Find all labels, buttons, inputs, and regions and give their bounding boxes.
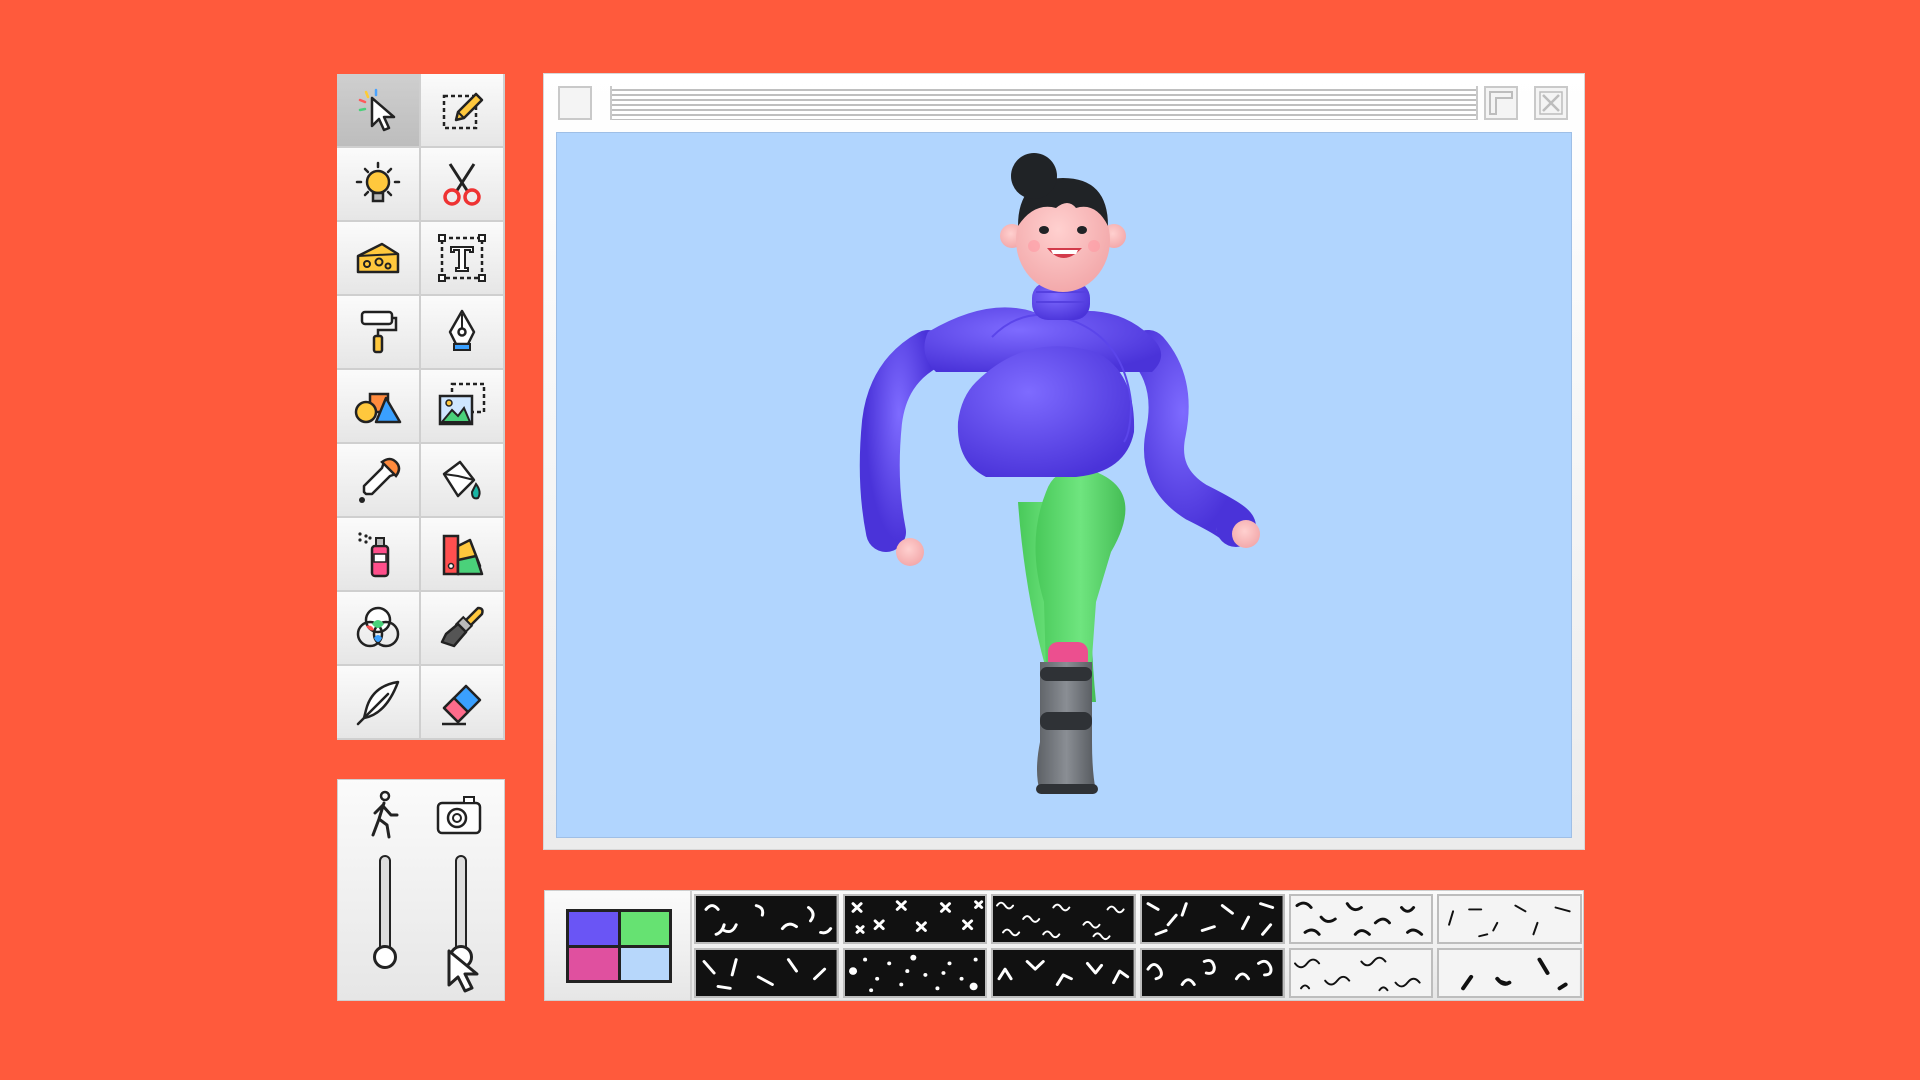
tool-text[interactable] bbox=[421, 222, 505, 296]
camera-slider-track[interactable] bbox=[455, 855, 467, 959]
tool-palette bbox=[337, 74, 505, 740]
pattern-grid bbox=[694, 894, 1582, 998]
eraser-icon bbox=[442, 684, 482, 726]
tool-rgb[interactable] bbox=[337, 592, 421, 666]
walk-slider-knob[interactable] bbox=[373, 945, 397, 969]
tool-shapes[interactable] bbox=[337, 370, 421, 444]
window-menu-button[interactable] bbox=[558, 86, 592, 120]
eyedropper-icon bbox=[359, 457, 401, 503]
camera-icon bbox=[436, 796, 482, 835]
tool-brush[interactable] bbox=[421, 592, 505, 666]
tool-eyedropper[interactable] bbox=[337, 444, 421, 518]
tool-pen[interactable] bbox=[421, 296, 505, 370]
paint-bucket-icon bbox=[442, 460, 481, 500]
tool-edit[interactable] bbox=[421, 74, 505, 148]
pattern-squiggles[interactable] bbox=[991, 894, 1136, 944]
canvas-window bbox=[544, 74, 1584, 849]
walk-slider-track[interactable] bbox=[379, 855, 391, 959]
pattern-curls[interactable] bbox=[1140, 948, 1285, 998]
tool-cheese[interactable] bbox=[337, 222, 421, 296]
pattern-dashes[interactable] bbox=[1437, 894, 1582, 944]
animation-slider-panel bbox=[337, 779, 505, 1001]
pattern-crosses[interactable] bbox=[842, 894, 988, 944]
tool-spray[interactable] bbox=[337, 518, 421, 592]
color-pattern-bar bbox=[544, 890, 1584, 1001]
tool-light[interactable] bbox=[337, 148, 421, 222]
rgb-circles-icon bbox=[356, 606, 400, 648]
pattern-lines[interactable] bbox=[694, 948, 839, 998]
tool-bucket[interactable] bbox=[421, 444, 505, 518]
color-swatch-cell bbox=[544, 890, 692, 1001]
drawing-canvas[interactable] bbox=[556, 132, 1572, 838]
pattern-worms[interactable] bbox=[1288, 894, 1434, 944]
tool-swatches[interactable] bbox=[421, 518, 505, 592]
tool-select[interactable] bbox=[337, 74, 421, 148]
tool-cut[interactable] bbox=[421, 148, 505, 222]
close-icon bbox=[1539, 91, 1563, 115]
scissors-icon bbox=[443, 163, 481, 206]
window-titlebar[interactable] bbox=[544, 74, 1584, 132]
window-close-button[interactable] bbox=[1534, 86, 1568, 120]
titlebar-stripes bbox=[610, 86, 1478, 120]
window-maximize-button[interactable] bbox=[1484, 86, 1518, 120]
brush-icon bbox=[440, 606, 484, 648]
tool-roller[interactable] bbox=[337, 296, 421, 370]
swatch-light-blue[interactable] bbox=[620, 947, 669, 980]
pattern-dots[interactable] bbox=[842, 948, 988, 998]
tool-feather[interactable] bbox=[337, 666, 421, 740]
spray-can-icon bbox=[358, 532, 390, 578]
tool-image[interactable] bbox=[421, 370, 505, 444]
shapes-icon bbox=[354, 392, 402, 424]
pattern-arcs[interactable] bbox=[694, 894, 839, 944]
pattern-strokes[interactable] bbox=[1437, 948, 1582, 998]
maximize-icon bbox=[1489, 91, 1513, 115]
swatch-green[interactable] bbox=[620, 912, 669, 945]
pen-nib-icon bbox=[448, 309, 476, 351]
lightbulb-icon bbox=[355, 161, 401, 203]
pattern-zigzags[interactable] bbox=[991, 948, 1136, 998]
pattern-confetti[interactable] bbox=[1140, 894, 1285, 944]
paint-roller-icon bbox=[360, 310, 398, 354]
cheese-icon bbox=[356, 242, 400, 274]
color-swatch-grid bbox=[566, 909, 672, 983]
color-swatches-icon bbox=[442, 534, 484, 576]
swatch-pink[interactable] bbox=[569, 947, 618, 980]
pattern-scribbles[interactable] bbox=[1288, 948, 1434, 998]
edit-pencil-icon bbox=[442, 92, 484, 130]
select-cursor-icon bbox=[358, 88, 396, 132]
image-icon bbox=[438, 382, 486, 426]
swatch-purple[interactable] bbox=[569, 912, 618, 945]
text-box-icon bbox=[438, 234, 486, 282]
feather-icon bbox=[356, 680, 400, 726]
mouse-cursor-icon bbox=[447, 949, 479, 993]
tool-eraser[interactable] bbox=[421, 666, 505, 740]
clay-character-figure bbox=[859, 153, 1260, 794]
walking-person-icon bbox=[371, 790, 399, 839]
